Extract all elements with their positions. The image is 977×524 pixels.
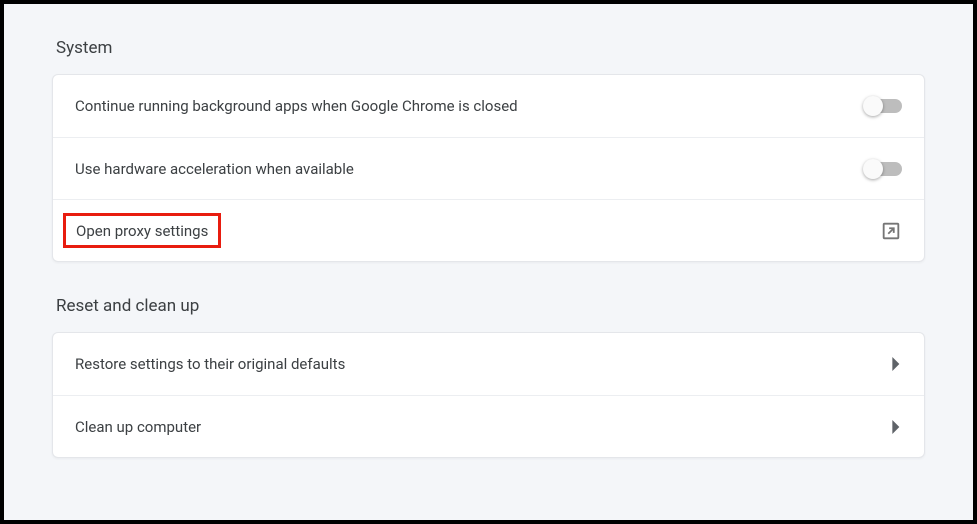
chevron-right-icon xyxy=(892,357,902,371)
open-external-icon xyxy=(880,220,902,242)
row-hardware-acceleration[interactable]: Use hardware acceleration when available xyxy=(53,137,924,199)
row-label-clean-up-computer: Clean up computer xyxy=(75,418,201,436)
section-title-system: System xyxy=(56,38,925,58)
row-background-apps[interactable]: Continue running background apps when Go… xyxy=(53,75,924,137)
toggle-hardware-acceleration[interactable] xyxy=(866,162,902,176)
row-restore-defaults[interactable]: Restore settings to their original defau… xyxy=(53,333,924,395)
section-title-reset: Reset and clean up xyxy=(56,296,925,316)
row-label-open-proxy-settings: Open proxy settings xyxy=(76,222,208,240)
row-open-proxy-settings[interactable]: Open proxy settings xyxy=(53,199,924,261)
toggle-knob xyxy=(863,96,883,116)
row-label-restore-defaults: Restore settings to their original defau… xyxy=(75,355,345,373)
row-label-hardware-acceleration: Use hardware acceleration when available xyxy=(75,160,354,178)
row-clean-up-computer[interactable]: Clean up computer xyxy=(53,395,924,457)
system-card: Continue running background apps when Go… xyxy=(52,74,925,262)
toggle-knob xyxy=(863,159,883,179)
chevron-right-icon xyxy=(892,420,902,434)
reset-card: Restore settings to their original defau… xyxy=(52,332,925,458)
highlight-box-proxy: Open proxy settings xyxy=(63,213,221,248)
settings-page: System Continue running background apps … xyxy=(0,0,977,524)
row-label-background-apps: Continue running background apps when Go… xyxy=(75,97,518,115)
toggle-background-apps[interactable] xyxy=(866,99,902,113)
